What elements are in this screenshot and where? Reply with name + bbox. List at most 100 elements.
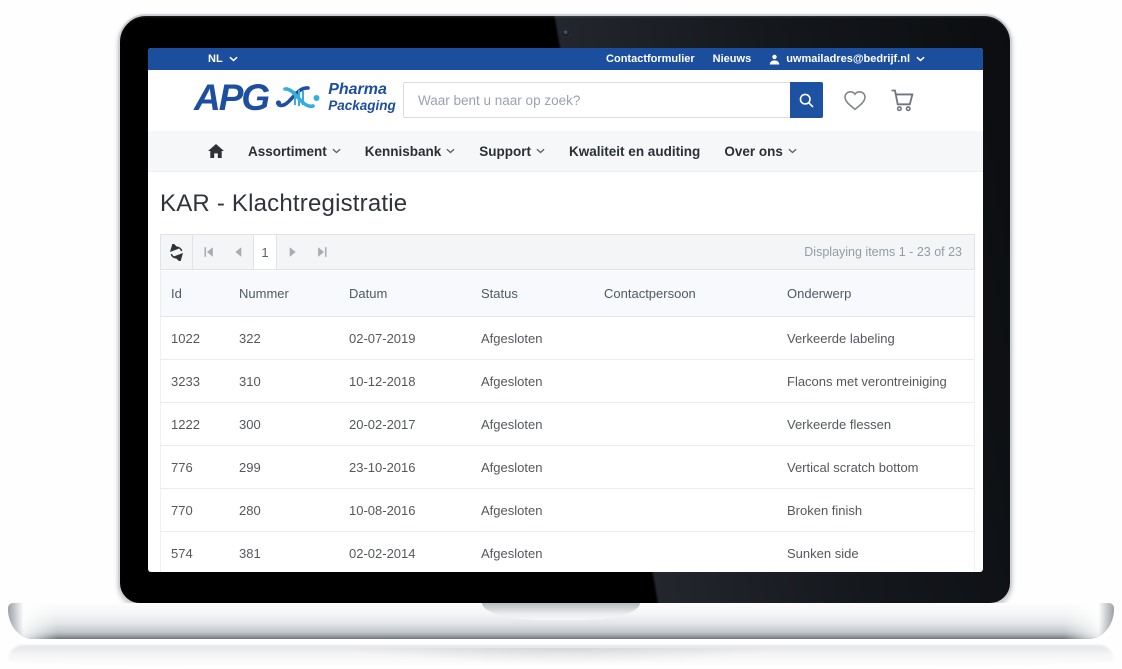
chevron-down-icon (446, 148, 455, 154)
cell-onderwerp: Broken finish (787, 503, 974, 518)
first-page-button[interactable] (193, 235, 223, 269)
table-row[interactable]: 1022 322 02-07-2019 Afgesloten Verkeerde… (160, 317, 975, 360)
grid-status-text: Displaying items 1 - 23 of 23 (804, 245, 974, 259)
wishlist-heart-icon[interactable] (842, 87, 868, 113)
account-menu[interactable]: uwmailadres@bedrijf.nl (769, 53, 925, 65)
cell-id: 770 (171, 503, 239, 518)
user-icon (769, 54, 780, 65)
column-header-datum[interactable]: Datum (349, 286, 481, 301)
nav-item-over-ons[interactable]: Over ons (724, 144, 797, 159)
nav-home-button[interactable] (208, 144, 224, 158)
language-selector[interactable]: NL (208, 53, 238, 65)
cell-datum: 02-07-2019 (349, 331, 481, 346)
cell-status: Afgesloten (481, 331, 604, 346)
search-button[interactable] (790, 82, 823, 118)
previous-page-button[interactable] (223, 235, 253, 269)
top-utility-bar: NL Contactformulier Nieuws uwmailadres@b… (148, 48, 983, 70)
current-page-indicator[interactable]: 1 (253, 235, 277, 269)
cell-datum: 10-08-2016 (349, 503, 481, 518)
chevron-down-icon (788, 148, 797, 154)
cell-onderwerp: Sunken side (787, 546, 974, 561)
complaints-grid: 1 Displaying items 1 - 23 of 23 Id Numme… (160, 234, 975, 572)
logo-wordmark: APG (194, 79, 268, 116)
grid-toolbar: 1 Displaying items 1 - 23 of 23 (160, 234, 975, 270)
chevron-down-icon (916, 56, 925, 62)
cell-id: 3233 (171, 374, 239, 389)
laptop-base (8, 603, 1114, 639)
cell-datum: 23-10-2016 (349, 460, 481, 475)
contact-form-link[interactable]: Contactformulier (606, 53, 695, 65)
cell-nummer: 322 (239, 331, 349, 346)
column-header-contactpersoon[interactable]: Contactpersoon (604, 286, 787, 301)
news-link[interactable]: Nieuws (713, 53, 752, 65)
home-icon (208, 144, 224, 158)
chevron-down-icon (332, 148, 341, 154)
page-title: KAR - Klachtregistratie (160, 190, 975, 218)
main-navigation: Assortiment Kennisbank Support Kwaliteit… (148, 131, 983, 172)
nav-item-support[interactable]: Support (479, 144, 545, 159)
refresh-button[interactable] (161, 235, 193, 269)
last-page-button[interactable] (307, 235, 337, 269)
search-input[interactable] (403, 82, 790, 118)
refresh-icon (168, 244, 185, 261)
search-icon (798, 92, 815, 109)
webcam-icon (561, 28, 570, 37)
column-header-onderwerp[interactable]: Onderwerp (787, 286, 974, 301)
cell-onderwerp: Vertical scratch bottom (787, 460, 974, 475)
cell-datum: 10-12-2018 (349, 374, 481, 389)
company-logo[interactable]: APG Pharma Packaging (194, 79, 396, 116)
cell-onderwerp: Flacons met verontreiniging (787, 374, 974, 389)
cell-nummer: 280 (239, 503, 349, 518)
table-row[interactable]: 3233 310 10-12-2018 Afgesloten Flacons m… (160, 360, 975, 403)
dna-helix-icon (275, 81, 321, 115)
next-page-icon (286, 245, 299, 259)
cell-nummer: 300 (239, 417, 349, 432)
shopping-cart-icon[interactable] (889, 87, 915, 113)
cell-id: 1222 (171, 417, 239, 432)
laptop-lid-notch (482, 603, 640, 620)
table-row[interactable]: 1222 300 20-02-2017 Afgesloten Verkeerde… (160, 403, 975, 446)
cell-onderwerp: Verkeerde labeling (787, 331, 974, 346)
laptop-screen-bezel: NL Contactformulier Nieuws uwmailadres@b… (118, 14, 1012, 605)
laptop-mockup: NL Contactformulier Nieuws uwmailadres@b… (0, 0, 1122, 669)
cell-status: Afgesloten (481, 503, 604, 518)
account-email: uwmailadres@bedrijf.nl (786, 53, 910, 65)
column-header-id[interactable]: Id (171, 286, 239, 301)
cell-nummer: 381 (239, 546, 349, 561)
table-header-row: Id Nummer Datum Status Contactpersoon On… (160, 271, 975, 317)
next-page-button[interactable] (277, 235, 307, 269)
cell-id: 776 (171, 460, 239, 475)
table-row[interactable]: 770 280 10-08-2016 Afgesloten Broken fin… (160, 489, 975, 532)
cell-status: Afgesloten (481, 546, 604, 561)
cell-nummer: 310 (239, 374, 349, 389)
logo-tagline-2: Packaging (328, 99, 396, 113)
table-row[interactable]: 776 299 23-10-2016 Afgesloten Vertical s… (160, 446, 975, 489)
cell-status: Afgesloten (481, 460, 604, 475)
column-header-status[interactable]: Status (481, 286, 604, 301)
nav-item-assortiment[interactable]: Assortiment (248, 144, 341, 159)
laptop-reflection-center (346, 648, 776, 664)
nav-item-kwaliteit-en-auditing[interactable]: Kwaliteit en auditing (569, 144, 700, 159)
column-header-nummer[interactable]: Nummer (239, 286, 349, 301)
table-row[interactable]: 574 381 02-02-2014 Afgesloten Sunken sid… (160, 532, 975, 572)
previous-page-icon (232, 245, 245, 259)
search-bar (403, 82, 823, 118)
site-header: APG Pharma Packaging (148, 70, 983, 131)
chevron-down-icon (229, 56, 238, 62)
browser-viewport: NL Contactformulier Nieuws uwmailadres@b… (148, 48, 983, 572)
cell-nummer: 299 (239, 460, 349, 475)
page-content: KAR - Klachtregistratie (148, 190, 983, 572)
language-label: NL (208, 53, 223, 65)
first-page-icon (202, 245, 215, 259)
cell-onderwerp: Verkeerde flessen (787, 417, 974, 432)
cell-datum: 20-02-2017 (349, 417, 481, 432)
chevron-down-icon (536, 148, 545, 154)
logo-tagline-1: Pharma (328, 82, 396, 99)
cell-status: Afgesloten (481, 374, 604, 389)
nav-item-kennisbank[interactable]: Kennisbank (365, 144, 456, 159)
cell-datum: 02-02-2014 (349, 546, 481, 561)
cell-status: Afgesloten (481, 417, 604, 432)
cell-id: 1022 (171, 331, 239, 346)
cell-id: 574 (171, 546, 239, 561)
last-page-icon (316, 245, 329, 259)
